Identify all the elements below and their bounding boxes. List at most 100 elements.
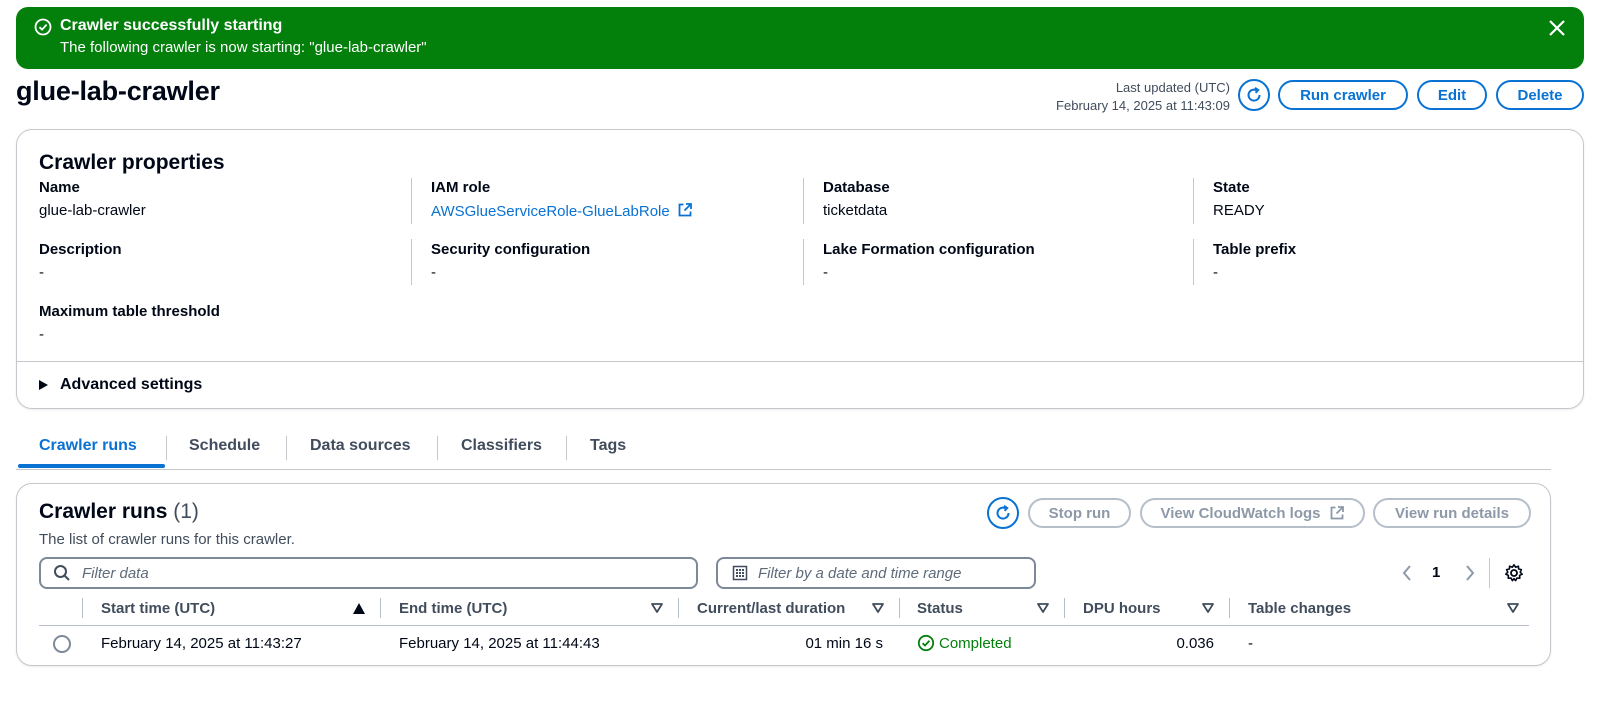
field-label: State bbox=[1213, 179, 1250, 196]
gear-icon[interactable] bbox=[1504, 563, 1524, 583]
success-flash-banner: Crawler successfully starting The follow… bbox=[16, 7, 1584, 69]
tab-classifiers[interactable]: Classifiers bbox=[461, 437, 542, 455]
properties-heading: Crawler properties bbox=[39, 151, 225, 174]
iam-role-link-text[interactable]: AWSGlueServiceRole-GlueLabRole bbox=[431, 203, 670, 220]
sort-icon[interactable] bbox=[1507, 603, 1519, 613]
column-dpu-hours[interactable]: DPU hours bbox=[1083, 600, 1161, 617]
sort-ascending-icon[interactable] bbox=[353, 603, 365, 614]
field-value: - bbox=[1213, 264, 1218, 281]
column-divider bbox=[1193, 239, 1194, 285]
column-divider bbox=[380, 598, 381, 618]
date-filter-placeholder: Filter by a date and time range bbox=[758, 564, 962, 582]
advanced-settings-toggle[interactable]: Advanced settings bbox=[39, 376, 202, 394]
sort-icon[interactable] bbox=[1037, 603, 1049, 613]
advanced-settings-label: Advanced settings bbox=[60, 376, 203, 393]
view-cloudwatch-logs-button[interactable]: View CloudWatch logs bbox=[1140, 498, 1365, 528]
flash-message: The following crawler is now starting: "… bbox=[60, 39, 427, 56]
field-value: - bbox=[39, 264, 44, 281]
stop-run-button[interactable]: Stop run bbox=[1028, 498, 1131, 528]
page-title: glue-lab-crawler bbox=[16, 76, 220, 106]
check-circle-icon bbox=[34, 18, 52, 36]
field-label: Name bbox=[39, 179, 80, 196]
cell-end-time: February 14, 2025 at 11:44:43 bbox=[399, 635, 600, 652]
page-number[interactable]: 1 bbox=[1432, 564, 1440, 581]
column-divider bbox=[803, 239, 804, 285]
tab-divider bbox=[166, 436, 167, 460]
field-iam-role: IAM role AWSGlueServiceRole-GlueLabRole bbox=[431, 179, 791, 221]
refresh-button[interactable] bbox=[1238, 79, 1270, 111]
section-divider bbox=[17, 361, 1583, 362]
field-security-configuration: Security configuration - bbox=[431, 241, 791, 282]
column-divider bbox=[899, 598, 900, 618]
field-label: Security configuration bbox=[431, 241, 591, 258]
field-label: IAM role bbox=[431, 179, 491, 196]
tab-crawler-runs[interactable]: Crawler runs bbox=[39, 437, 137, 455]
field-lake-formation-configuration: Lake Formation configuration - bbox=[823, 241, 1183, 282]
runs-description: The list of crawler runs for this crawle… bbox=[39, 531, 295, 548]
tab-bar: Crawler runs Schedule Data sources Class… bbox=[16, 428, 1551, 470]
edit-button[interactable]: Edit bbox=[1417, 80, 1487, 110]
iam-role-link[interactable]: AWSGlueServiceRole-GlueLabRole bbox=[431, 202, 791, 221]
sort-icon[interactable] bbox=[872, 603, 884, 613]
column-end-time[interactable]: End time (UTC) bbox=[399, 600, 507, 617]
column-divider bbox=[678, 598, 679, 618]
filter-data-placeholder: Filter data bbox=[82, 564, 149, 582]
delete-button[interactable]: Delete bbox=[1496, 80, 1584, 110]
filter-data-input[interactable]: Filter data bbox=[39, 557, 698, 589]
field-value: ticketdata bbox=[823, 202, 888, 219]
flash-title: Crawler successfully starting bbox=[60, 17, 283, 34]
tab-divider bbox=[566, 436, 567, 460]
tab-divider bbox=[437, 436, 438, 460]
runs-heading: Crawler runs (1) bbox=[39, 500, 199, 524]
crawler-properties-panel: Crawler properties Name glue-lab-crawler… bbox=[16, 129, 1584, 409]
cloudwatch-button-label: View CloudWatch logs bbox=[1160, 504, 1321, 522]
tab-data-sources[interactable]: Data sources bbox=[310, 437, 411, 455]
tab-schedule[interactable]: Schedule bbox=[189, 437, 260, 455]
view-run-details-button[interactable]: View run details bbox=[1373, 498, 1531, 528]
field-database: Database ticketdata bbox=[823, 179, 1183, 220]
external-link-icon bbox=[678, 203, 692, 217]
column-start-time[interactable]: Start time (UTC) bbox=[101, 600, 215, 617]
column-divider bbox=[411, 178, 412, 224]
last-updated-value: February 14, 2025 at 11:43:09 bbox=[1056, 98, 1230, 113]
active-tab-indicator bbox=[18, 464, 165, 468]
refresh-icon bbox=[1247, 86, 1261, 102]
field-label: Database bbox=[823, 179, 890, 196]
field-value: - bbox=[39, 326, 44, 343]
cell-status: Completed bbox=[917, 634, 1012, 652]
field-label: Table prefix bbox=[1213, 241, 1297, 258]
column-duration[interactable]: Current/last duration bbox=[697, 600, 845, 617]
field-maximum-table-threshold: Maximum table threshold - bbox=[39, 303, 399, 344]
column-divider bbox=[803, 178, 804, 224]
runs-heading-text: Crawler runs bbox=[39, 500, 168, 523]
run-crawler-button[interactable]: Run crawler bbox=[1278, 80, 1408, 110]
refresh-runs-button[interactable] bbox=[987, 497, 1019, 529]
field-value: - bbox=[431, 264, 436, 281]
field-label: Lake Formation configuration bbox=[823, 241, 1035, 258]
field-table-prefix: Table prefix - bbox=[1213, 241, 1573, 282]
external-link-icon bbox=[1330, 506, 1344, 520]
column-status[interactable]: Status bbox=[917, 600, 963, 617]
last-updated-label: Last updated (UTC) bbox=[1115, 80, 1230, 95]
check-circle-icon bbox=[917, 634, 935, 652]
close-icon[interactable] bbox=[1546, 17, 1568, 39]
cell-duration: 01 min 16 s bbox=[805, 635, 883, 652]
field-label: Maximum table threshold bbox=[39, 303, 220, 320]
table-row[interactable]: February 14, 2025 at 11:43:27 February 1… bbox=[39, 627, 1529, 661]
search-icon bbox=[54, 565, 70, 581]
cell-dpu-hours: 0.036 bbox=[1176, 635, 1214, 652]
sort-icon[interactable] bbox=[651, 603, 663, 613]
runs-count: (1) bbox=[173, 500, 199, 523]
sort-icon[interactable] bbox=[1202, 603, 1214, 613]
column-divider bbox=[1229, 598, 1230, 618]
table-header: Start time (UTC) End time (UTC) Current/… bbox=[39, 592, 1529, 626]
pager-divider bbox=[1489, 558, 1490, 588]
row-select-radio[interactable] bbox=[53, 635, 71, 653]
chevron-right-icon[interactable] bbox=[1464, 564, 1476, 582]
date-range-filter[interactable]: Filter by a date and time range bbox=[716, 557, 1036, 589]
column-table-changes[interactable]: Table changes bbox=[1248, 600, 1351, 617]
chevron-left-icon[interactable] bbox=[1401, 564, 1413, 582]
column-divider bbox=[1193, 178, 1194, 224]
tab-tags[interactable]: Tags bbox=[590, 437, 626, 455]
last-updated: Last updated (UTC) February 14, 2025 at … bbox=[1056, 79, 1230, 115]
